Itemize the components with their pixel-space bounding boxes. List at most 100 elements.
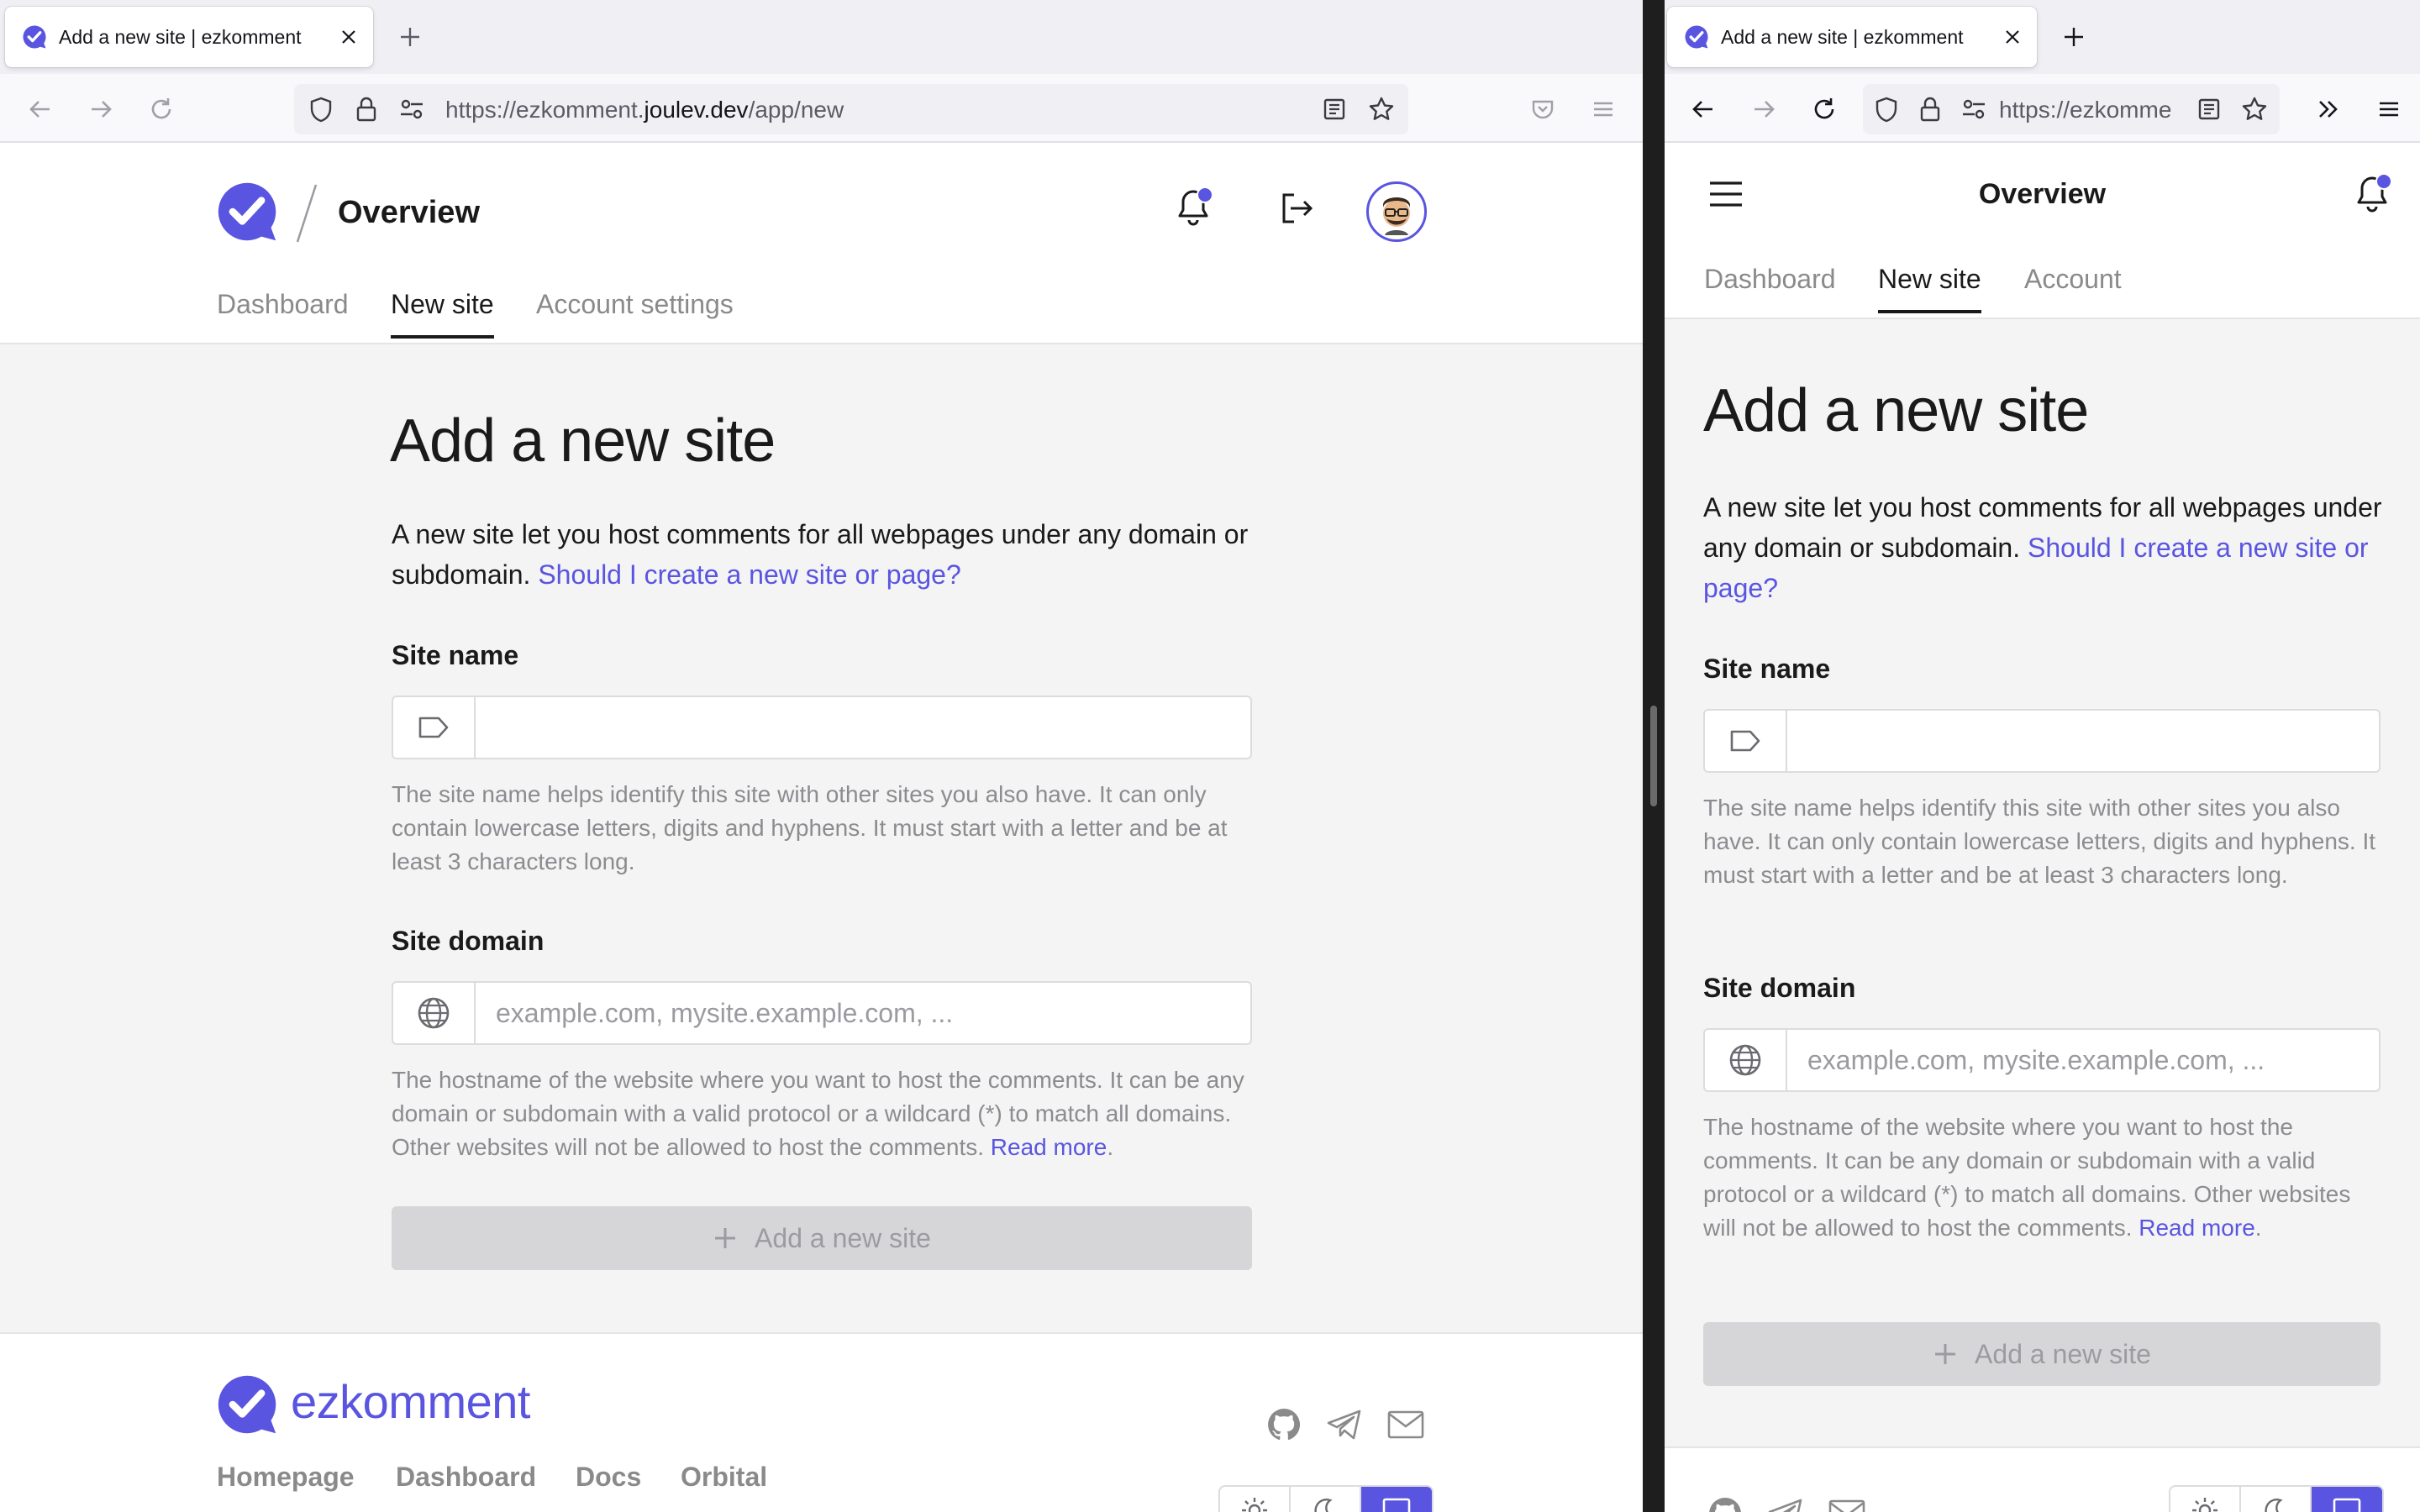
close-tab-icon[interactable] bbox=[1998, 23, 2027, 51]
github-icon[interactable] bbox=[1265, 1406, 1302, 1443]
tab-strip: Add a new site | ezkomment bbox=[0, 0, 1643, 74]
telegram-icon[interactable] bbox=[1326, 1408, 1363, 1441]
tab-new-site-right[interactable]: New site bbox=[1878, 264, 1981, 313]
tab-strip-right: Add a new site | ezkomment bbox=[1665, 0, 2420, 74]
site-name-input[interactable] bbox=[476, 697, 1250, 758]
nav-bar: https://ezkomment.joulev.dev/app/new bbox=[0, 74, 1643, 143]
new-tab-icon[interactable] bbox=[2057, 20, 2091, 54]
reload-icon[interactable] bbox=[143, 91, 180, 128]
tag-icon bbox=[393, 697, 476, 758]
avatar[interactable] bbox=[1366, 181, 1427, 242]
footer-link-docs[interactable]: Docs bbox=[576, 1462, 641, 1493]
bookmark-star-icon[interactable] bbox=[1363, 91, 1400, 128]
sign-out-icon[interactable] bbox=[1277, 190, 1314, 227]
read-more-link[interactable]: Read more bbox=[991, 1134, 1107, 1160]
ezkomment-favicon-icon bbox=[1685, 25, 1708, 49]
forward-icon[interactable] bbox=[1745, 91, 1782, 128]
permissions-icon[interactable] bbox=[1955, 91, 1992, 128]
footer-link-dashboard[interactable]: Dashboard bbox=[396, 1462, 536, 1493]
overflow-chevrons-icon[interactable] bbox=[2310, 91, 2347, 128]
tab-new-site[interactable]: New site bbox=[391, 289, 494, 339]
notifications-bell-icon[interactable] bbox=[2354, 173, 2391, 217]
browser-window-right: Add a new site | ezkomment https://ezkom… bbox=[1665, 0, 2420, 1512]
menu-icon[interactable] bbox=[1585, 91, 1622, 128]
site-name-input-right[interactable] bbox=[1787, 711, 2379, 771]
theme-dark-moon-icon[interactable] bbox=[2241, 1487, 2312, 1512]
url-bar[interactable]: https://ezkomment.joulev.dev/app/new bbox=[294, 84, 1408, 134]
site-domain-field bbox=[392, 981, 1252, 1045]
tab-dashboard-right[interactable]: Dashboard bbox=[1704, 264, 1836, 295]
theme-light-sun-icon[interactable] bbox=[2170, 1487, 2241, 1512]
permissions-icon[interactable] bbox=[393, 91, 430, 128]
reload-icon[interactable] bbox=[1806, 91, 1843, 128]
read-more-link[interactable]: Read more bbox=[2139, 1215, 2255, 1241]
nav-bar-right: https://ezkomme bbox=[1665, 74, 2420, 143]
site-name-help-right: The site name helps identify this site w… bbox=[1703, 795, 2376, 888]
shield-icon[interactable] bbox=[302, 91, 339, 128]
page-title: Overview bbox=[338, 195, 480, 230]
site-name-field bbox=[392, 696, 1252, 759]
add-site-button-right[interactable]: Add a new site bbox=[1703, 1322, 2381, 1386]
form-heading-right: Add a new site bbox=[1703, 377, 2089, 444]
site-domain-help: The hostname of the website where you wa… bbox=[392, 1063, 1252, 1164]
notifications-bell-icon[interactable] bbox=[1175, 186, 1212, 230]
browser-tab-right[interactable]: Add a new site | ezkomment bbox=[1667, 7, 2037, 67]
app-header: Overview Dashboard New site Account sett… bbox=[0, 143, 1643, 344]
url-path: /app/new bbox=[748, 97, 844, 123]
app-header-right: Overview Dashboard New site Account bbox=[1665, 143, 2420, 319]
theme-system-monitor-icon[interactable] bbox=[1361, 1487, 1432, 1512]
form-heading: Add a new site bbox=[390, 407, 776, 475]
theme-light-sun-icon[interactable] bbox=[1220, 1487, 1291, 1512]
theme-dark-moon-icon[interactable] bbox=[1291, 1487, 1361, 1512]
back-icon[interactable] bbox=[1685, 91, 1722, 128]
site-or-page-link[interactable]: Should I create a new site or page? bbox=[538, 559, 960, 590]
reader-view-icon[interactable] bbox=[2191, 91, 2228, 128]
shield-icon[interactable] bbox=[1868, 91, 1905, 128]
browser-window-left: Add a new site | ezkomment https://ezkom… bbox=[0, 0, 1643, 1512]
add-site-button[interactable]: Add a new site bbox=[392, 1206, 1252, 1270]
close-tab-icon[interactable] bbox=[334, 23, 363, 51]
theme-switcher bbox=[1218, 1485, 1434, 1512]
url-text-right: https://ezkomme bbox=[1999, 97, 2172, 123]
mail-icon[interactable] bbox=[1386, 1410, 1425, 1440]
footer-link-orbital[interactable]: Orbital bbox=[681, 1462, 767, 1493]
lock-icon[interactable] bbox=[348, 91, 385, 128]
tab-dashboard[interactable]: Dashboard bbox=[217, 289, 349, 320]
tag-icon bbox=[1705, 711, 1787, 771]
github-icon[interactable] bbox=[1707, 1495, 1744, 1512]
new-tab-icon[interactable] bbox=[393, 20, 427, 54]
back-icon[interactable] bbox=[22, 91, 59, 128]
page: Overview Dashboard New site Account sett… bbox=[0, 143, 1643, 1512]
page-title-right: Overview bbox=[1978, 178, 2107, 210]
site-domain-input-right[interactable] bbox=[1787, 1030, 2379, 1090]
mail-icon[interactable] bbox=[1828, 1499, 1866, 1512]
ezkomment-logo-icon[interactable] bbox=[215, 180, 279, 244]
site-domain-input[interactable] bbox=[476, 983, 1250, 1043]
tab-account-settings[interactable]: Account settings bbox=[536, 289, 734, 320]
menu-icon[interactable] bbox=[2370, 91, 2407, 128]
footer-link-homepage[interactable]: Homepage bbox=[217, 1462, 355, 1493]
divider-grip[interactable] bbox=[1650, 706, 1657, 806]
tab-account-right[interactable]: Account bbox=[2024, 264, 2122, 295]
reader-view-icon[interactable] bbox=[1316, 91, 1353, 128]
site-domain-field-right bbox=[1703, 1028, 2381, 1092]
window-divider[interactable] bbox=[1643, 0, 1665, 1512]
forward-icon[interactable] bbox=[82, 91, 119, 128]
pocket-icon[interactable] bbox=[1524, 91, 1561, 128]
telegram-icon[interactable] bbox=[1767, 1497, 1804, 1512]
footer-logo-icon[interactable] bbox=[215, 1373, 279, 1436]
help-period: . bbox=[2254, 1215, 2262, 1241]
bookmark-star-icon[interactable] bbox=[2236, 91, 2273, 128]
site-footer: ezkomment Homepage Dashboard Docs Orbita… bbox=[0, 1332, 1643, 1512]
browser-tab[interactable]: Add a new site | ezkomment bbox=[5, 7, 373, 67]
site-name-label-right: Site name bbox=[1703, 654, 1831, 684]
ezkomment-favicon-icon bbox=[23, 25, 46, 49]
brand-name[interactable]: ezkomment bbox=[291, 1374, 530, 1429]
site-domain-label-right: Site domain bbox=[1703, 973, 1856, 1003]
url-domain: joulev.dev bbox=[644, 97, 749, 123]
url-bar-right[interactable]: https://ezkomme bbox=[1863, 84, 2280, 134]
theme-system-monitor-icon[interactable] bbox=[2312, 1487, 2382, 1512]
intro-text: A new site let you host comments for all… bbox=[392, 514, 1257, 595]
url-prefix: https://ezkomment. bbox=[445, 97, 644, 123]
lock-icon[interactable] bbox=[1912, 91, 1949, 128]
